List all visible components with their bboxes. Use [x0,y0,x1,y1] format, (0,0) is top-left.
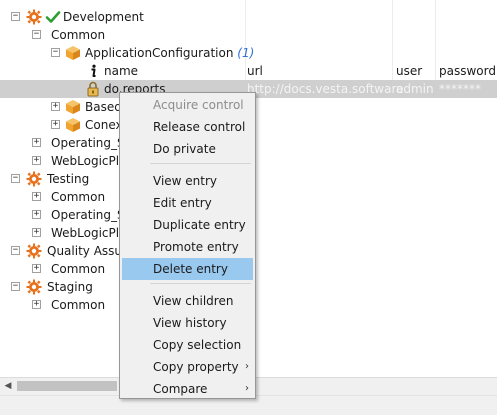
menu-item-copy-property[interactable]: Copy property › [122,356,253,378]
menu-item-duplicate-entry[interactable]: Duplicate entry [122,214,253,236]
chevron-right-icon: › [245,383,249,394]
cube-icon [65,99,81,115]
menu-item-delete-entry[interactable]: Delete entry [122,258,253,280]
tree-row-app-config[interactable]: − ApplicationConfiguration (1) [0,44,497,62]
check-icon [45,9,61,25]
entry-user: admin [396,82,434,96]
gear-icon [26,279,42,295]
cube-icon [65,117,81,133]
tree-label: Common [51,190,106,204]
gear-icon [26,243,42,259]
menu-item-release-control[interactable]: Release control [122,116,253,138]
context-menu: Acquire control Release control Do priva… [119,92,256,399]
menu-item-promote-entry[interactable]: Promote entry [122,236,253,258]
expand-toggle[interactable]: + [32,210,41,219]
tree-label: Common [51,262,106,276]
arrow-left-icon[interactable]: ◀ [3,381,13,391]
menu-separator [150,163,251,164]
menu-item-view-children[interactable]: View children [122,290,253,312]
expand-toggle[interactable]: + [51,102,60,111]
tree-label: Staging [47,280,93,294]
expand-toggle[interactable]: + [51,120,60,129]
expand-toggle[interactable]: + [32,300,41,309]
tree-row-development[interactable]: − Development [0,8,497,26]
expand-toggle[interactable]: + [32,138,41,147]
menu-item-copy-selection[interactable]: Copy selection [122,334,253,356]
tree-label: Common [51,28,106,42]
collapse-toggle[interactable]: − [11,12,20,21]
expand-toggle[interactable]: + [32,264,41,273]
column-header-password[interactable]: password [439,62,496,80]
expand-toggle[interactable]: + [32,192,41,201]
expand-toggle[interactable]: + [32,228,41,237]
menu-item-view-history[interactable]: View history [122,312,253,334]
column-header-row: name url user password [0,62,497,80]
chevron-right-icon: › [245,361,249,372]
tree-label: Development [63,10,144,24]
entry-password: ******* [439,82,481,96]
entry-url: http://docs.vesta.software [247,82,404,96]
tree-label: Common [51,298,106,312]
menu-item-do-private[interactable]: Do private [122,138,253,160]
tree-label: WebLogicPlu [51,154,127,168]
tree-row-dev-common[interactable]: − Common [0,26,497,44]
menu-separator [150,283,251,284]
collapse-toggle[interactable]: − [11,282,20,291]
column-header-user[interactable]: user [396,62,422,80]
collapse-toggle[interactable]: − [32,30,41,39]
column-header-name[interactable]: name [104,62,138,80]
gear-icon [26,9,42,25]
collapse-toggle[interactable]: − [11,246,20,255]
scrollbar-thumb[interactable] [17,381,117,391]
cube-icon [65,45,81,61]
tree-label: Conex [85,118,123,132]
tree-label: ApplicationConfiguration (1) [85,46,255,60]
tree-label: Testing [47,172,90,186]
gear-icon [26,171,42,187]
expand-toggle[interactable]: + [32,156,41,165]
column-header-url[interactable]: url [247,62,263,80]
lock-icon [85,81,101,97]
collapse-toggle[interactable]: − [11,174,20,183]
info-icon [85,63,101,79]
menu-item-acquire-control: Acquire control [153,98,244,112]
menu-item-compare[interactable]: Compare › [122,378,253,400]
menu-item-view-entry[interactable]: View entry [122,170,253,192]
collapse-toggle[interactable]: − [51,48,60,57]
menu-item-edit-entry[interactable]: Edit entry [122,192,253,214]
tree-label: WebLogicPlu [51,226,127,240]
